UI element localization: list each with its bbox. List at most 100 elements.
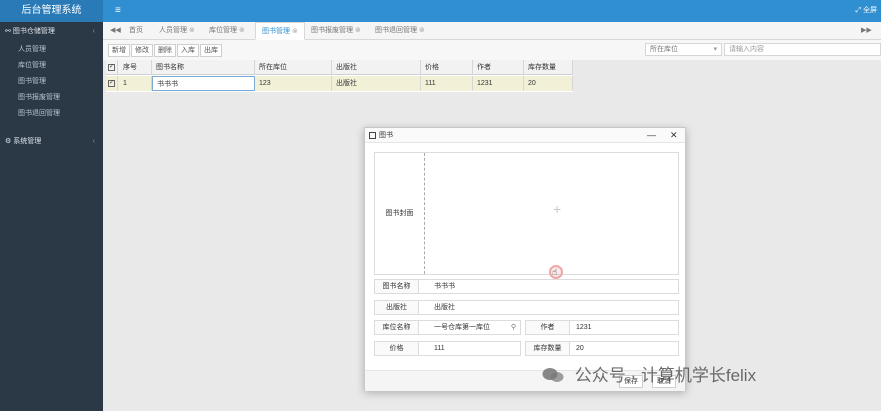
wechat-icon <box>542 368 564 382</box>
top-bar: 后台管理系统 ≡ ⤢ 全屏 <box>0 0 881 22</box>
sidebar-item-personnel[interactable]: 人员管理 <box>0 42 103 58</box>
cell-price: 111 <box>421 76 473 91</box>
tab-scrap[interactable]: 图书报废管理 ⊗ <box>311 22 361 40</box>
sidebar-item-scrap[interactable]: 图书报废管理 <box>0 90 103 106</box>
location-select-value: 所在库位 <box>650 46 678 53</box>
stock-input[interactable]: 20 <box>572 342 584 355</box>
cell-location: 123 <box>255 76 332 91</box>
column-header[interactable]: 作者 <box>473 60 524 75</box>
menu-toggle-icon[interactable]: ≡ <box>115 4 121 18</box>
price-input[interactable]: 111 <box>430 342 445 355</box>
field-label: 库位名称 <box>375 321 419 334</box>
dialog-title: 图书 <box>379 132 393 139</box>
watermark-text: 公众号 · 计算机学长felix <box>574 366 757 385</box>
close-icon[interactable]: ⊗ <box>189 27 195 34</box>
tab-personnel[interactable]: 人员管理 ⊗ <box>159 22 195 40</box>
chevron-left-icon: ‹ <box>92 138 95 145</box>
sidebar-group-label: 图书仓储管理 <box>12 28 55 35</box>
cell-author: 1231 <box>473 76 524 91</box>
checkbox-icon: ✓ <box>108 79 115 87</box>
field-price: 价格 111 <box>374 341 521 356</box>
field-label: 库存数量 <box>526 342 570 355</box>
select-all-checkbox[interactable]: ✓ <box>106 60 118 75</box>
tab-home[interactable]: 首页 <box>129 22 143 40</box>
table-header: ✓ 序号 图书名称 所在库位 出版社 价格 作者 库存数量 <box>106 60 573 75</box>
row-checkbox[interactable]: ✓ <box>106 76 118 91</box>
stock-in-button[interactable]: 入库 <box>177 44 199 57</box>
field-name: 图书名称 书书书 <box>374 279 679 294</box>
tab-label: 人员管理 <box>159 27 187 34</box>
cell-publisher: 出版社 <box>332 76 421 91</box>
field-location: 库位名称 一号仓库第一库位 ⚲ <box>374 320 521 335</box>
tab-label: 图书报废管理 <box>311 27 353 34</box>
delete-button[interactable]: 删除 <box>154 44 176 57</box>
hand-pointer-icon: ☝ <box>552 267 558 277</box>
close-icon[interactable]: ⊗ <box>292 28 298 35</box>
window-icon <box>369 132 376 139</box>
sidebar-item-books[interactable]: 图书管理 <box>0 74 103 90</box>
fullscreen-label: 全屏 <box>863 7 877 14</box>
cell-index: 1 <box>119 76 152 91</box>
sidebar: ⚯ 图书仓储管理 ‹ 人员管理 库位管理 图书管理 图书报废管理 图书退回管理 … <box>0 22 103 411</box>
close-icon[interactable]: ✕ <box>670 128 678 143</box>
stock-out-button[interactable]: 出库 <box>200 44 222 57</box>
name-input[interactable]: 书书书 <box>430 280 455 293</box>
author-input[interactable]: 1231 <box>572 321 592 334</box>
close-icon[interactable]: ⊗ <box>419 27 425 34</box>
column-header[interactable]: 图书名称 <box>152 60 255 75</box>
field-author: 作者 1231 <box>525 320 679 335</box>
tab-label: 首页 <box>129 27 143 34</box>
close-icon[interactable]: ⊗ <box>239 27 245 34</box>
minimize-icon[interactable]: — <box>647 128 656 143</box>
cover-label: 图书封面 <box>375 153 425 274</box>
tab-label: 库位管理 <box>209 27 237 34</box>
book-dialog: 图书 — ✕ 图书封面 + 图书名称 书书书 出版社 出版社 库位名称 一号仓库… <box>364 127 686 391</box>
field-stock: 库存数量 20 <box>525 341 679 356</box>
chevron-left-icon: ‹ <box>92 28 95 35</box>
sidebar-item-location[interactable]: 库位管理 <box>0 58 103 74</box>
expand-icon: ⤢ <box>855 7 862 14</box>
fullscreen-button[interactable]: ⤢ 全屏 <box>855 5 877 17</box>
search-icon[interactable]: ⚲ <box>511 321 516 334</box>
field-label: 价格 <box>375 342 419 355</box>
tab-return[interactable]: 图书退回管理 ⊗ <box>375 22 425 40</box>
tab-next-icon[interactable]: ▶▶ <box>861 22 872 40</box>
table-row[interactable]: ✓ 1 书书书 123 出版社 111 1231 20 <box>106 76 573 91</box>
books-icon: ⚯ <box>5 28 11 35</box>
location-input[interactable]: 一号仓库第一库位 <box>430 321 490 334</box>
tab-location[interactable]: 库位管理 ⊗ <box>209 22 245 40</box>
dialog-titlebar[interactable]: 图书 <box>365 128 685 143</box>
location-select[interactable]: 所在库位 ▾ <box>645 43 722 56</box>
sidebar-group-label: 系统管理 <box>13 138 42 145</box>
plus-icon[interactable]: + <box>553 201 561 217</box>
column-header[interactable]: 库存数量 <box>524 60 573 75</box>
tab-bar: ◀◀ 首页 人员管理 ⊗ 库位管理 ⊗ 图书管理 ⊗ 图书报废管理 ⊗ 图书退回管理 ⊗ … <box>103 22 881 40</box>
tab-label: 图书退回管理 <box>375 27 417 34</box>
column-header[interactable]: 出版社 <box>332 60 421 75</box>
gear-icon: ⚙ <box>5 138 12 145</box>
chevron-down-icon: ▾ <box>713 46 717 53</box>
sidebar-item-return[interactable]: 图书退回管理 <box>0 106 103 122</box>
tab-label: 图书管理 <box>262 28 290 35</box>
cover-upload[interactable]: 图书封面 + <box>374 152 679 275</box>
field-label: 作者 <box>526 321 570 334</box>
search-input[interactable]: 请输入内容 <box>724 43 881 56</box>
app-title: 后台管理系统 <box>0 0 103 22</box>
field-publisher: 出版社 出版社 <box>374 300 679 315</box>
book-table: ✓ 序号 图书名称 所在库位 出版社 价格 作者 库存数量 ✓ 1 书书书 12… <box>106 60 573 92</box>
sidebar-group-system[interactable]: ⚙ 系统管理 ‹ <box>0 134 103 150</box>
cell-name-editor[interactable]: 书书书 <box>152 76 255 91</box>
column-header[interactable]: 序号 <box>119 60 152 75</box>
add-button[interactable]: 新增 <box>108 44 130 57</box>
sidebar-group-book-storage[interactable]: ⚯ 图书仓储管理 ‹ <box>0 24 103 40</box>
edit-button[interactable]: 修改 <box>131 44 153 57</box>
column-header[interactable]: 价格 <box>421 60 473 75</box>
watermark: 公众号 · 计算机学长felix <box>542 365 756 387</box>
column-header[interactable]: 所在库位 <box>255 60 332 75</box>
cell-stock: 20 <box>524 76 573 91</box>
tab-books[interactable]: 图书管理 ⊗ <box>255 22 305 40</box>
tab-prev-icon[interactable]: ◀◀ <box>110 22 121 40</box>
publisher-input[interactable]: 出版社 <box>430 301 455 314</box>
field-label: 出版社 <box>375 301 419 314</box>
close-icon[interactable]: ⊗ <box>355 27 361 34</box>
